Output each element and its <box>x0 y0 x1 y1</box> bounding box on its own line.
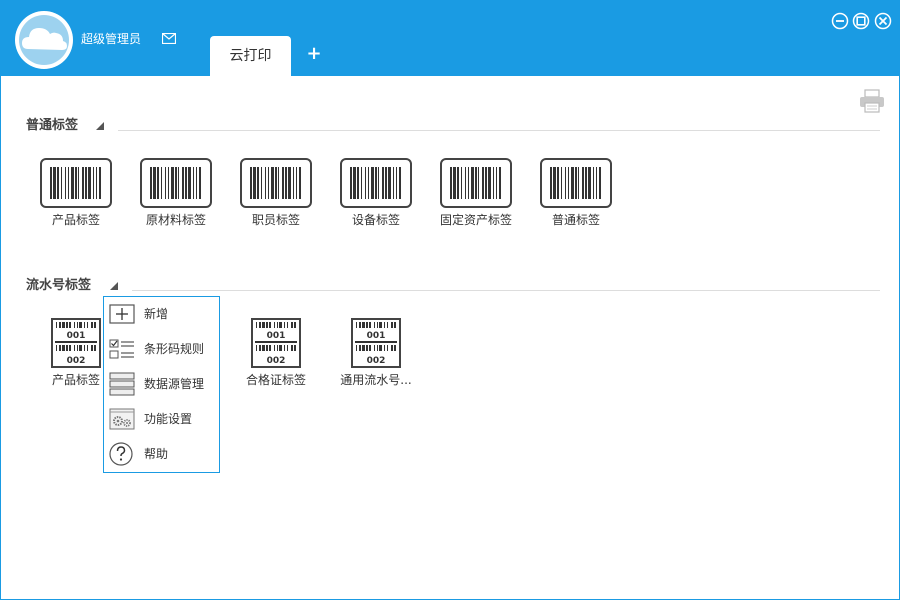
barcode-icon <box>40 158 112 208</box>
menu-item-settings[interactable]: 功能设置 <box>104 402 219 437</box>
serial-number-text: 002 <box>67 356 86 366</box>
label-item[interactable]: 固定资产标签 <box>426 158 526 228</box>
mail-icon[interactable] <box>162 33 176 44</box>
close-icon[interactable] <box>874 12 892 30</box>
barcode-icon <box>240 158 312 208</box>
serial-number-text: 001 <box>367 331 386 341</box>
settings-gears-icon <box>109 408 135 430</box>
barcode-icon <box>140 158 212 208</box>
menu-item-label: 功能设置 <box>144 412 193 426</box>
collapse-triangle-icon[interactable] <box>110 282 118 290</box>
plus-box-icon <box>109 304 135 324</box>
serial-barcode-icon: 001 002 <box>51 318 101 368</box>
title-bar: 超级管理员 云打印 + <box>0 0 900 76</box>
label-item-name: 固定资产标签 <box>439 213 512 227</box>
label-item[interactable]: 原材料标签 <box>126 158 226 228</box>
menu-item-add[interactable]: 新增 <box>104 297 219 332</box>
barcode-icon <box>440 158 512 208</box>
menu-item-label: 条形码规则 <box>144 342 205 356</box>
menu-item-label: 数据源管理 <box>144 377 205 391</box>
menu-item-barcode-rules[interactable]: 条形码规则 <box>104 332 219 367</box>
section-divider <box>118 130 880 131</box>
tab-cloud-print[interactable]: 云打印 <box>210 36 291 76</box>
barcode-icon <box>340 158 412 208</box>
label-item-name: 设备标签 <box>351 213 400 227</box>
context-menu: 新增 条形码规则 数据源管理 功能设置 帮助 <box>103 296 220 473</box>
serial-barcode-icon: 001 002 <box>351 318 401 368</box>
menu-item-help[interactable]: 帮助 <box>104 437 219 472</box>
serial-label-item[interactable]: 001 002 通用流水号... <box>326 318 426 388</box>
maximize-icon[interactable] <box>852 12 870 30</box>
serial-barcode-icon: 001 002 <box>251 318 301 368</box>
label-item[interactable]: 产品标签 <box>26 158 126 228</box>
menu-item-datasource[interactable]: 数据源管理 <box>104 367 219 402</box>
label-item-name: 职员标签 <box>251 213 300 227</box>
label-item-name: 通用流水号... <box>340 373 412 387</box>
minimize-icon[interactable] <box>831 12 849 30</box>
printer-icon[interactable] <box>859 89 885 113</box>
label-item-name: 合格证标签 <box>245 373 306 387</box>
menu-item-label: 新增 <box>144 307 169 321</box>
serial-label-item[interactable]: 001 002 合格证标签 <box>226 318 326 388</box>
username[interactable]: 超级管理员 <box>81 31 141 47</box>
cloud-icon <box>22 28 67 50</box>
label-item-name: 原材料标签 <box>145 213 206 227</box>
label-item-name: 产品标签 <box>51 213 100 227</box>
label-item[interactable]: 职员标签 <box>226 158 326 228</box>
app-logo <box>15 11 73 69</box>
section-title-normal: 普通标签 <box>26 118 79 133</box>
label-item[interactable]: 设备标签 <box>326 158 426 228</box>
section-title-serial: 流水号标签 <box>26 278 92 293</box>
serial-number-text: 002 <box>367 356 386 366</box>
help-circle-icon <box>109 442 133 466</box>
collapse-triangle-icon[interactable] <box>96 122 104 130</box>
barcode-icon <box>540 158 612 208</box>
serial-number-text: 001 <box>267 331 286 341</box>
menu-item-label: 帮助 <box>144 447 169 461</box>
section-divider <box>132 290 880 291</box>
serial-number-text: 001 <box>67 331 86 341</box>
add-tab-button[interactable]: + <box>304 42 324 66</box>
label-item[interactable]: 普通标签 <box>526 158 626 228</box>
database-icon <box>109 372 135 396</box>
checklist-icon <box>109 339 134 359</box>
label-item-name: 普通标签 <box>551 213 600 227</box>
serial-number-text: 002 <box>267 356 286 366</box>
